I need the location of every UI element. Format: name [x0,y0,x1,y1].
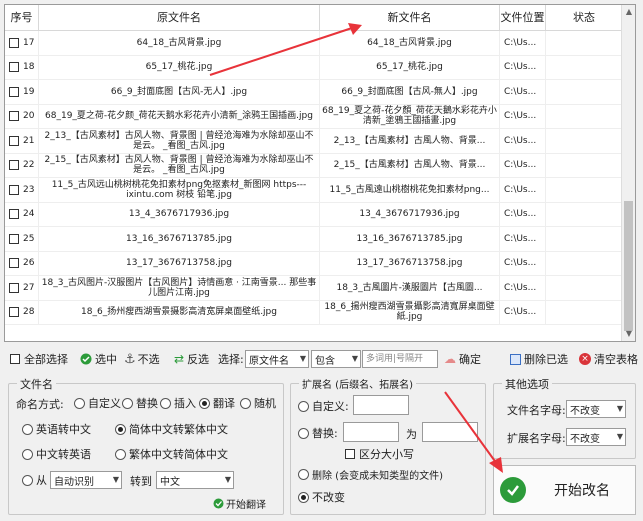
arrow-to-new-name-icon [209,23,362,76]
annotation-arrows [209,23,503,473]
arrow-to-start-button-icon [444,391,503,473]
